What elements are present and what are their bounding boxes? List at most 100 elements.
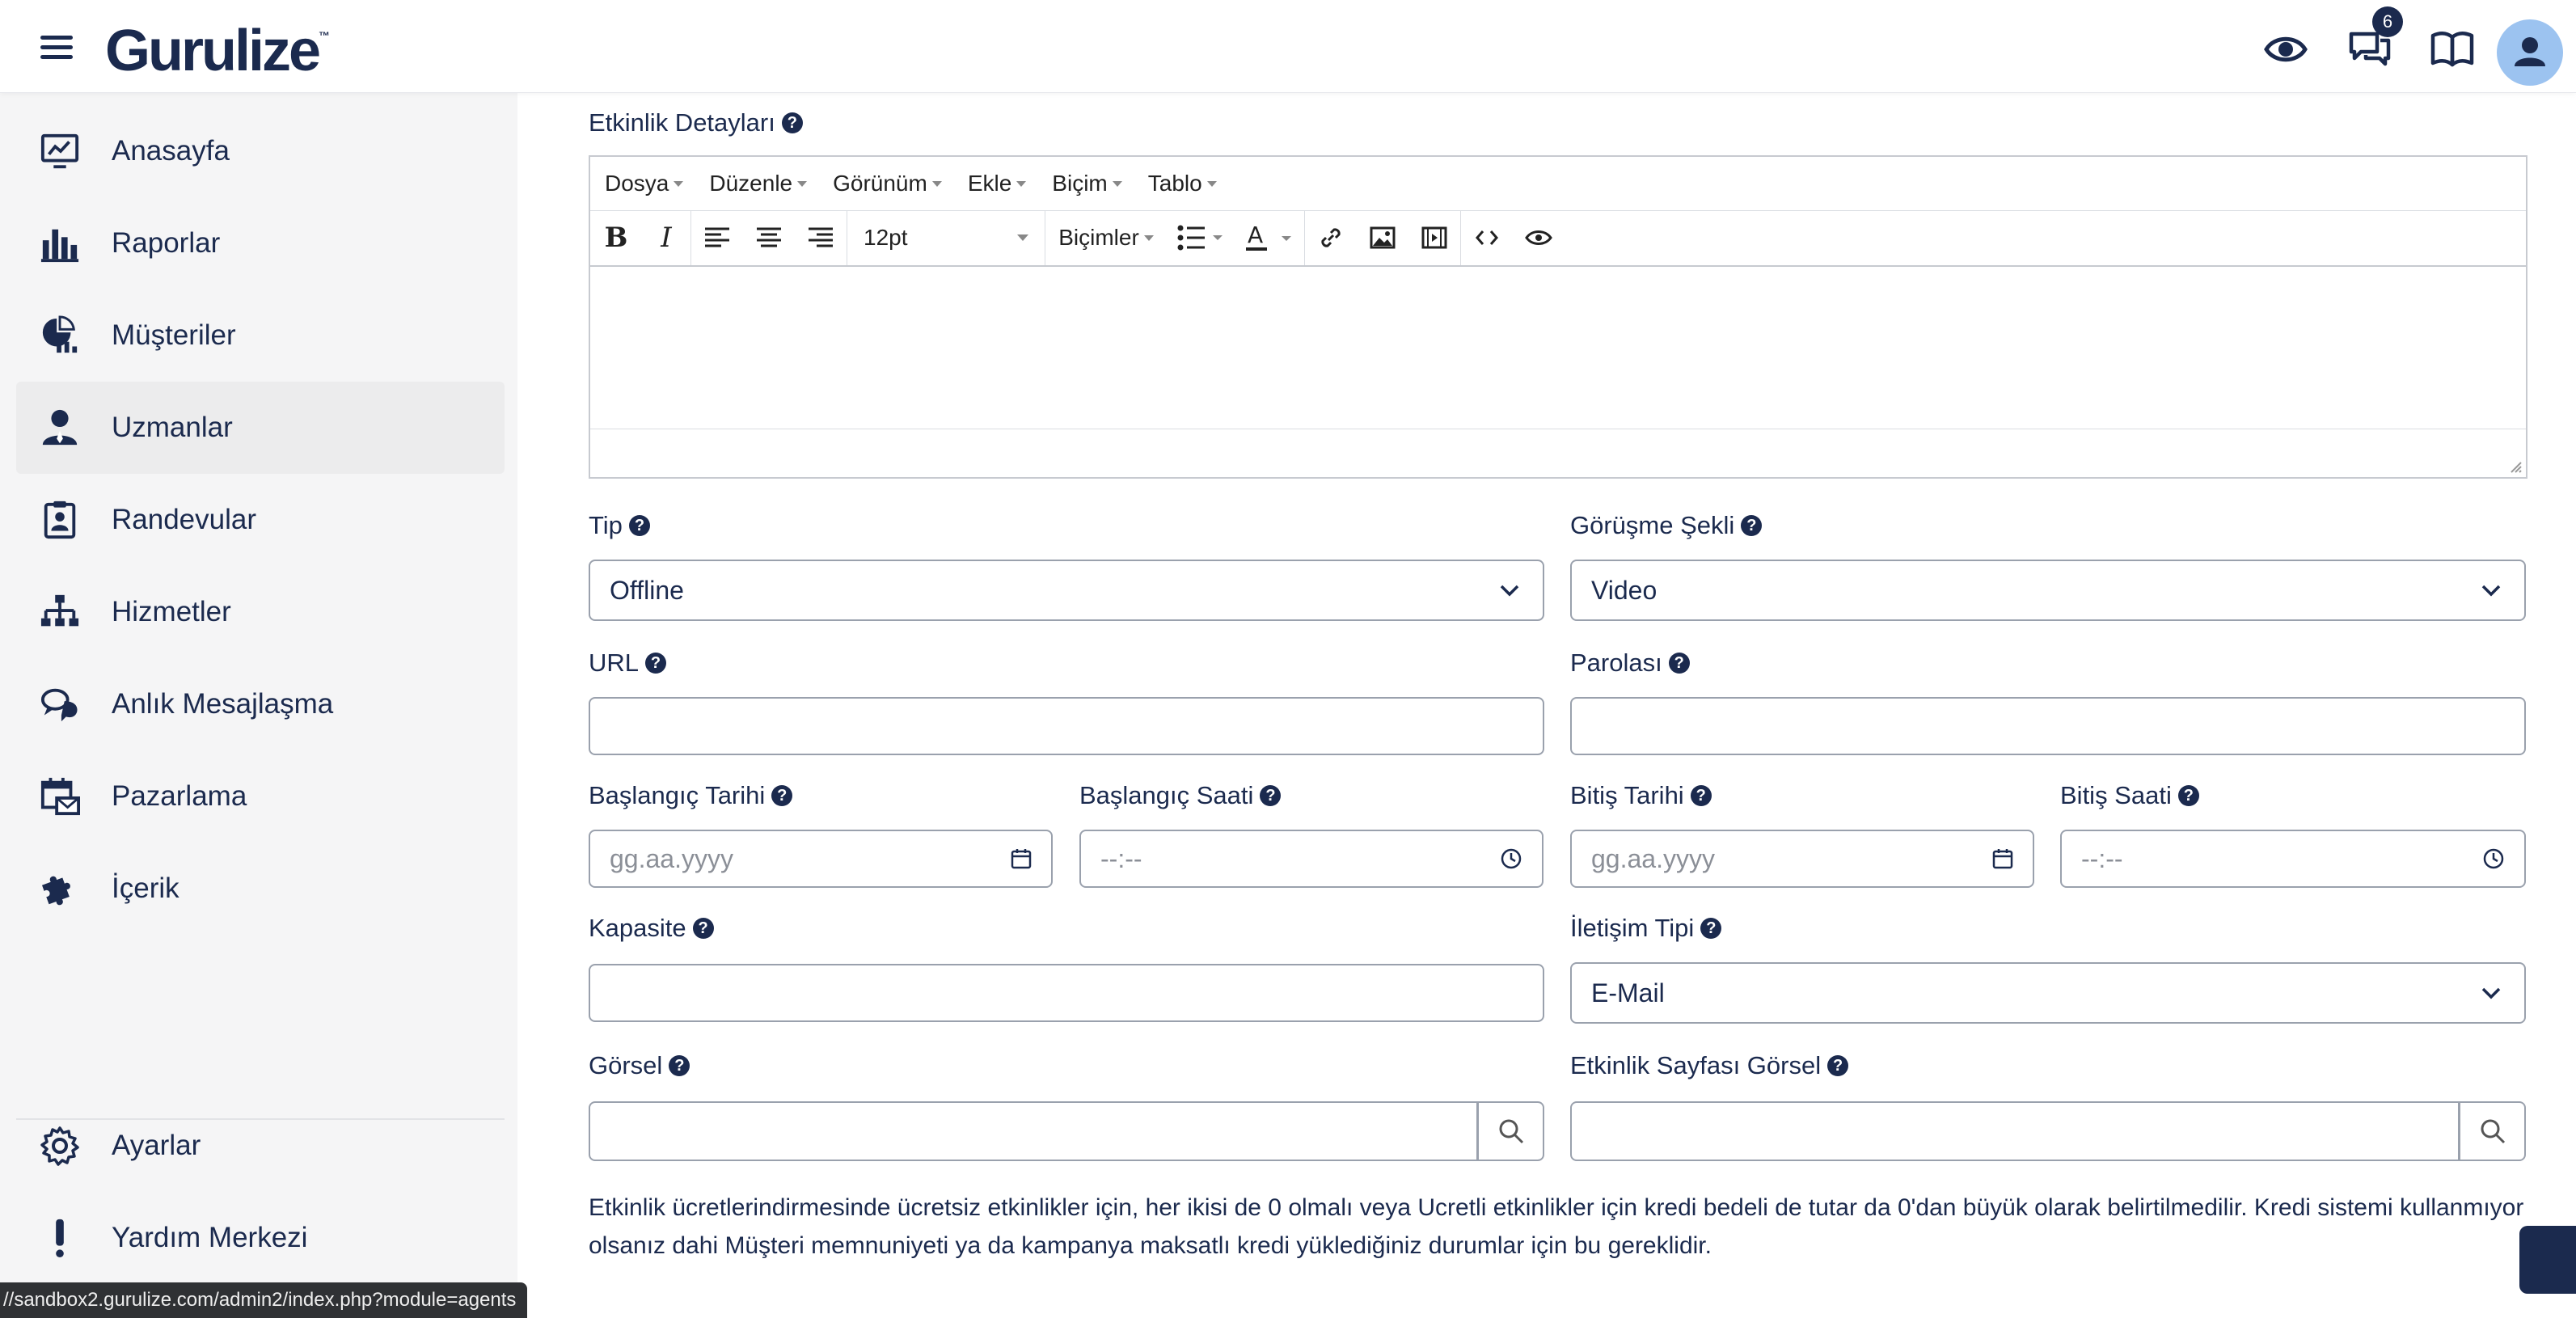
help-icon[interactable]: ? <box>1700 918 1722 939</box>
pricing-note: Etkinlik ücretlerindirmesinde ücretsiz e… <box>589 1194 2524 1259</box>
iletisim-tipi-label: İletişim Tipi? <box>1570 914 1722 943</box>
parola-input[interactable] <box>1570 697 2526 755</box>
resize-handle-icon[interactable] <box>2506 458 2523 474</box>
details-label: Etkinlik Detayları? <box>589 108 803 137</box>
link-icon[interactable] <box>1305 210 1357 265</box>
gorsel-input[interactable] <box>589 1101 1478 1161</box>
baslangic-tarihi-input[interactable]: gg.aa.yyyy <box>589 830 1053 888</box>
pie-chart-icon <box>39 315 81 357</box>
italic-icon[interactable]: I <box>642 210 690 265</box>
help-icon[interactable]: ? <box>2177 785 2199 806</box>
parola-label: Parolası? <box>1570 648 1690 678</box>
align-right-icon[interactable] <box>795 210 847 265</box>
sidebar-item-musteriler[interactable]: Müşteriler <box>16 289 505 382</box>
svg-text:A: A <box>1248 222 1263 248</box>
chevron-down-icon <box>2481 585 2501 597</box>
media-icon[interactable] <box>1408 210 1460 265</box>
menu-dosya[interactable]: Dosya <box>605 171 684 196</box>
gorusme-sekli-select[interactable]: Video <box>1570 560 2526 621</box>
sidebar-item-uzmanlar[interactable]: Uzmanlar <box>16 382 505 474</box>
notification-badge: 6 <box>2372 6 2403 37</box>
sidebar-item-randevular[interactable]: Randevular <box>16 474 505 566</box>
book-icon[interactable] <box>2429 26 2476 73</box>
search-icon <box>1499 1119 1523 1144</box>
menu-duzenle[interactable]: Düzenle <box>709 171 808 196</box>
search-icon <box>2481 1119 2505 1144</box>
exclamation-icon <box>39 1217 81 1259</box>
side-floating-tab[interactable] <box>2519 1226 2576 1294</box>
bullet-list-icon[interactable] <box>1167 210 1233 265</box>
formats-select[interactable]: Biçimler <box>1045 210 1167 265</box>
monitor-chart-icon <box>39 130 81 172</box>
bar-chart-icon <box>39 222 81 264</box>
sidebar-item-yardim-merkezi[interactable]: Yardım Merkezi <box>16 1192 505 1284</box>
bitis-tarihi-label: Bitiş Tarihi? <box>1570 781 1712 810</box>
editor-menubar: Dosya Düzenle Görünüm Ekle Biçim Tablo <box>590 157 2526 211</box>
url-input[interactable] <box>589 697 1544 755</box>
eye-icon[interactable] <box>2262 26 2309 73</box>
editor-toolbar: B I 12pt Biçimler A <box>590 210 2526 267</box>
sidebar-item-ayarlar[interactable]: Ayarlar <box>16 1100 505 1192</box>
sidebar-item-pazarlama[interactable]: Pazarlama <box>16 750 505 843</box>
status-bar-url: //sandbox2.gurulize.com/admin2/index.php… <box>0 1282 528 1318</box>
baslangic-tarihi-label: Başlangıç Tarihi? <box>589 781 793 810</box>
chevron-down-icon <box>2481 987 2501 999</box>
sidebar-item-icerik[interactable]: İçerik <box>16 843 505 935</box>
help-icon[interactable]: ? <box>771 785 793 806</box>
sidebar-item-hizmetler[interactable]: Hizmetler <box>16 566 505 658</box>
text-color-icon[interactable]: A <box>1233 210 1304 265</box>
baslangic-saati-input[interactable]: --:-- <box>1079 830 1543 888</box>
kapasite-label: Kapasite? <box>589 914 714 943</box>
tip-select[interactable]: Offline <box>589 560 1544 621</box>
sayfa-gorsel-input[interactable] <box>1570 1101 2460 1161</box>
clock-icon[interactable] <box>2482 847 2505 870</box>
sidebar-item-raporlar[interactable]: Raporlar <box>16 197 505 289</box>
menu-ekle[interactable]: Ekle <box>968 171 1027 196</box>
help-icon[interactable]: ? <box>1260 785 1282 806</box>
font-size-select[interactable]: 12pt <box>847 210 1045 265</box>
help-icon[interactable]: ? <box>781 112 803 133</box>
menu-gorunum[interactable]: Görünüm <box>833 171 942 196</box>
align-left-icon[interactable] <box>691 210 743 265</box>
iletisim-tipi-select[interactable]: E-Mail <box>1570 962 2526 1024</box>
bitis-tarihi-input[interactable]: gg.aa.yyyy <box>1570 830 2034 888</box>
code-icon[interactable] <box>1461 210 1513 265</box>
align-center-icon[interactable] <box>743 210 795 265</box>
hamburger-menu-icon[interactable] <box>40 36 73 60</box>
sidebar: Anasayfa Raporlar Müşteriler Uzmanlar Ra… <box>0 92 517 1318</box>
baslangic-saati-label: Başlangıç Saati? <box>1079 781 1282 810</box>
menu-bicim[interactable]: Biçim <box>1052 171 1122 196</box>
top-header: Gurulize™ 6 <box>0 0 2576 93</box>
bitis-saati-input[interactable]: --:-- <box>2060 830 2526 888</box>
editor-content-area[interactable] <box>590 267 2526 429</box>
help-icon[interactable]: ? <box>1741 515 1763 536</box>
menu-tablo[interactable]: Tablo <box>1148 171 1217 196</box>
help-icon[interactable]: ? <box>645 653 667 674</box>
help-icon[interactable]: ? <box>1690 785 1712 806</box>
clock-icon[interactable] <box>1500 847 1522 870</box>
image-icon[interactable] <box>1357 210 1408 265</box>
help-icon[interactable]: ? <box>628 515 650 536</box>
bold-icon[interactable]: B <box>590 210 642 265</box>
kapasite-input[interactable] <box>589 964 1544 1022</box>
tip-label: Tip? <box>589 511 650 540</box>
rich-text-editor: Dosya Düzenle Görünüm Ekle Biçim Tablo B… <box>589 155 2527 479</box>
help-icon[interactable]: ? <box>669 1055 690 1076</box>
help-icon[interactable]: ? <box>1668 653 1690 674</box>
sitemap-icon <box>39 591 81 633</box>
calendar-icon[interactable] <box>1011 847 1032 870</box>
sayfa-gorsel-search-button[interactable] <box>2460 1101 2526 1161</box>
sidebar-item-anlik-mesajlasma[interactable]: Anlık Mesajlaşma <box>16 658 505 750</box>
sayfa-gorsel-label: Etkinlik Sayfası Görsel? <box>1570 1051 1849 1080</box>
user-icon <box>39 407 81 449</box>
gorusme-sekli-label: Görüşme Şekli? <box>1570 511 1763 540</box>
help-icon[interactable]: ? <box>1827 1055 1849 1076</box>
sidebar-item-anasayfa[interactable]: Anasayfa <box>16 105 505 197</box>
gurulize-logo[interactable]: Gurulize™ <box>105 18 330 84</box>
user-avatar[interactable] <box>2497 19 2563 86</box>
preview-eye-icon[interactable] <box>1513 210 1565 265</box>
calendar-mail-icon <box>39 775 81 817</box>
help-icon[interactable]: ? <box>692 918 714 939</box>
calendar-icon[interactable] <box>1992 847 2013 870</box>
gorsel-search-button[interactable] <box>1478 1101 1544 1161</box>
